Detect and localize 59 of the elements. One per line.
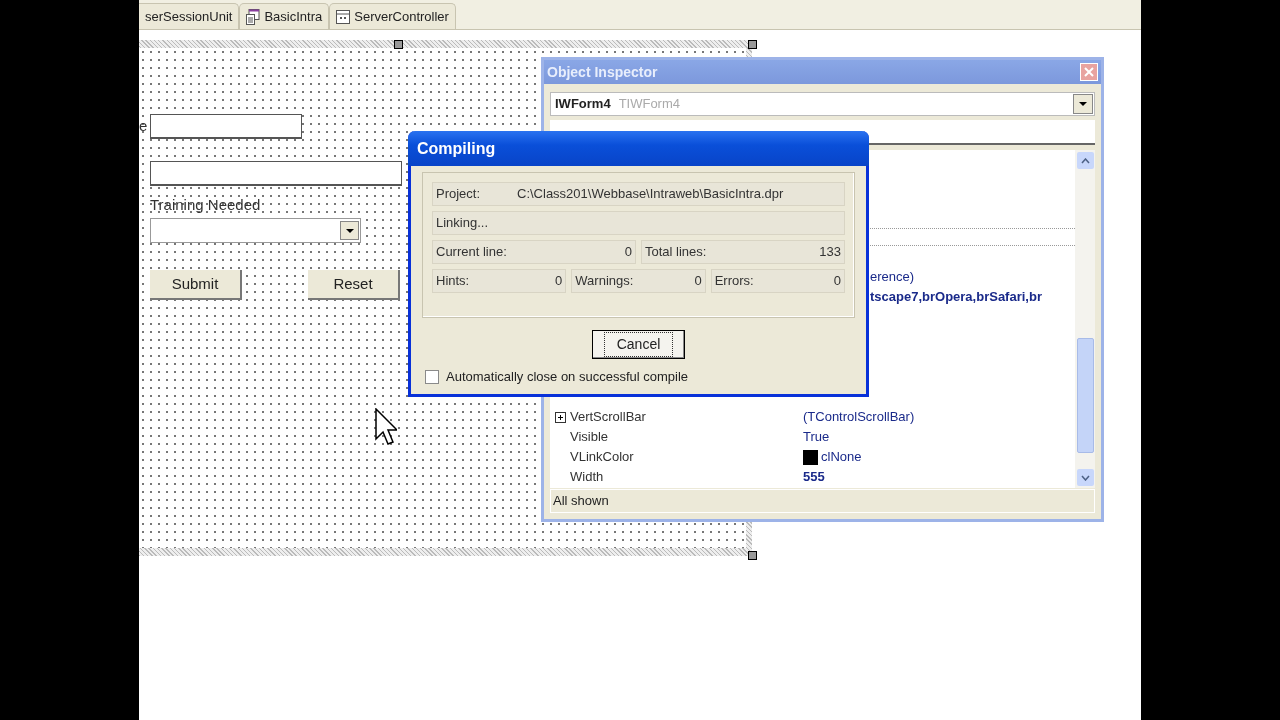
component-name: IWForm4 — [555, 95, 611, 114]
caret-icon — [1079, 102, 1087, 106]
window-icon — [336, 9, 351, 24]
component-dropdown[interactable]: IWForm4 TIWForm4 — [550, 92, 1095, 116]
property-row[interactable]: Width 555 — [550, 467, 1075, 487]
property-row[interactable]: VertScrollBar (TControlScrollBar) — [550, 407, 1075, 427]
property-value: (TControlScrollBar) — [803, 408, 915, 427]
scrollbar[interactable] — [1075, 150, 1095, 488]
chevron-down-icon — [1080, 474, 1090, 481]
text-field[interactable] — [150, 161, 402, 186]
text-field[interactable] — [150, 113, 302, 139]
form-button[interactable]: Reset — [308, 270, 400, 300]
editor-tab[interactable]: serSessionUnit — [139, 3, 240, 29]
form-icon — [246, 8, 261, 25]
status-field: Linking... — [432, 211, 845, 235]
resize-handle[interactable] — [748, 40, 757, 49]
mouse-cursor-icon — [375, 408, 397, 446]
scroll-up-button[interactable] — [1076, 152, 1094, 169]
resize-handle[interactable] — [394, 40, 403, 49]
property-name: VertScrollBar — [570, 408, 647, 427]
property-name: Visible — [570, 428, 610, 447]
scroll-thumb[interactable] — [1076, 338, 1094, 453]
property-value: erence) — [870, 268, 915, 287]
count-field: Errors: 0 — [710, 269, 845, 293]
cancel-button[interactable]: Cancel — [592, 330, 685, 359]
close-icon — [1084, 67, 1094, 77]
caret-icon — [345, 228, 354, 233]
dialog-title: Compiling — [417, 138, 496, 159]
property-name: VLinkColor — [570, 448, 635, 467]
component-class: TIWForm4 — [618, 95, 680, 114]
checkbox-label: Automatically close on successful compile — [446, 368, 689, 386]
property-name: Width — [570, 468, 605, 487]
property-row[interactable]: VLinkColor clNone — [550, 447, 1075, 467]
field-label: Training Needed — [150, 195, 261, 214]
project-path: C:\Class201\Webbase\Intraweb\BasicIntra.dpr — [517, 185, 784, 204]
property-value: tscape7,brOpera,brSafari,br — [870, 288, 1042, 307]
editor-tab[interactable]: BasicIntra — [239, 3, 330, 29]
count-field: Hints: 0 — [432, 269, 567, 293]
dropdown-field[interactable] — [150, 218, 361, 243]
count-field: Warnings: 0 — [571, 269, 706, 293]
property-value: True — [803, 428, 830, 447]
field-label: e — [139, 115, 149, 136]
editor-tab[interactable]: ServerController — [329, 3, 456, 29]
property-row[interactable]: Visible True — [550, 427, 1075, 447]
form-button[interactable]: Submit — [150, 270, 242, 300]
expand-icon[interactable] — [554, 411, 566, 423]
scroll-down-button[interactable] — [1076, 469, 1094, 486]
dropdown-button[interactable] — [340, 221, 359, 240]
checkbox[interactable] — [425, 369, 439, 384]
property-value: clNone — [821, 448, 862, 467]
window-title: Object Inspector — [547, 62, 658, 82]
field-label: Project: — [436, 185, 482, 204]
count-field: Current line: 0 — [432, 240, 636, 264]
property-value: 555 — [803, 468, 825, 487]
count-field: Total lines: 133 — [641, 240, 845, 264]
resize-handle[interactable] — [748, 551, 757, 560]
chevron-up-icon — [1080, 157, 1090, 164]
dropdown-button[interactable] — [1073, 94, 1093, 114]
status-text: All shown — [553, 492, 609, 511]
